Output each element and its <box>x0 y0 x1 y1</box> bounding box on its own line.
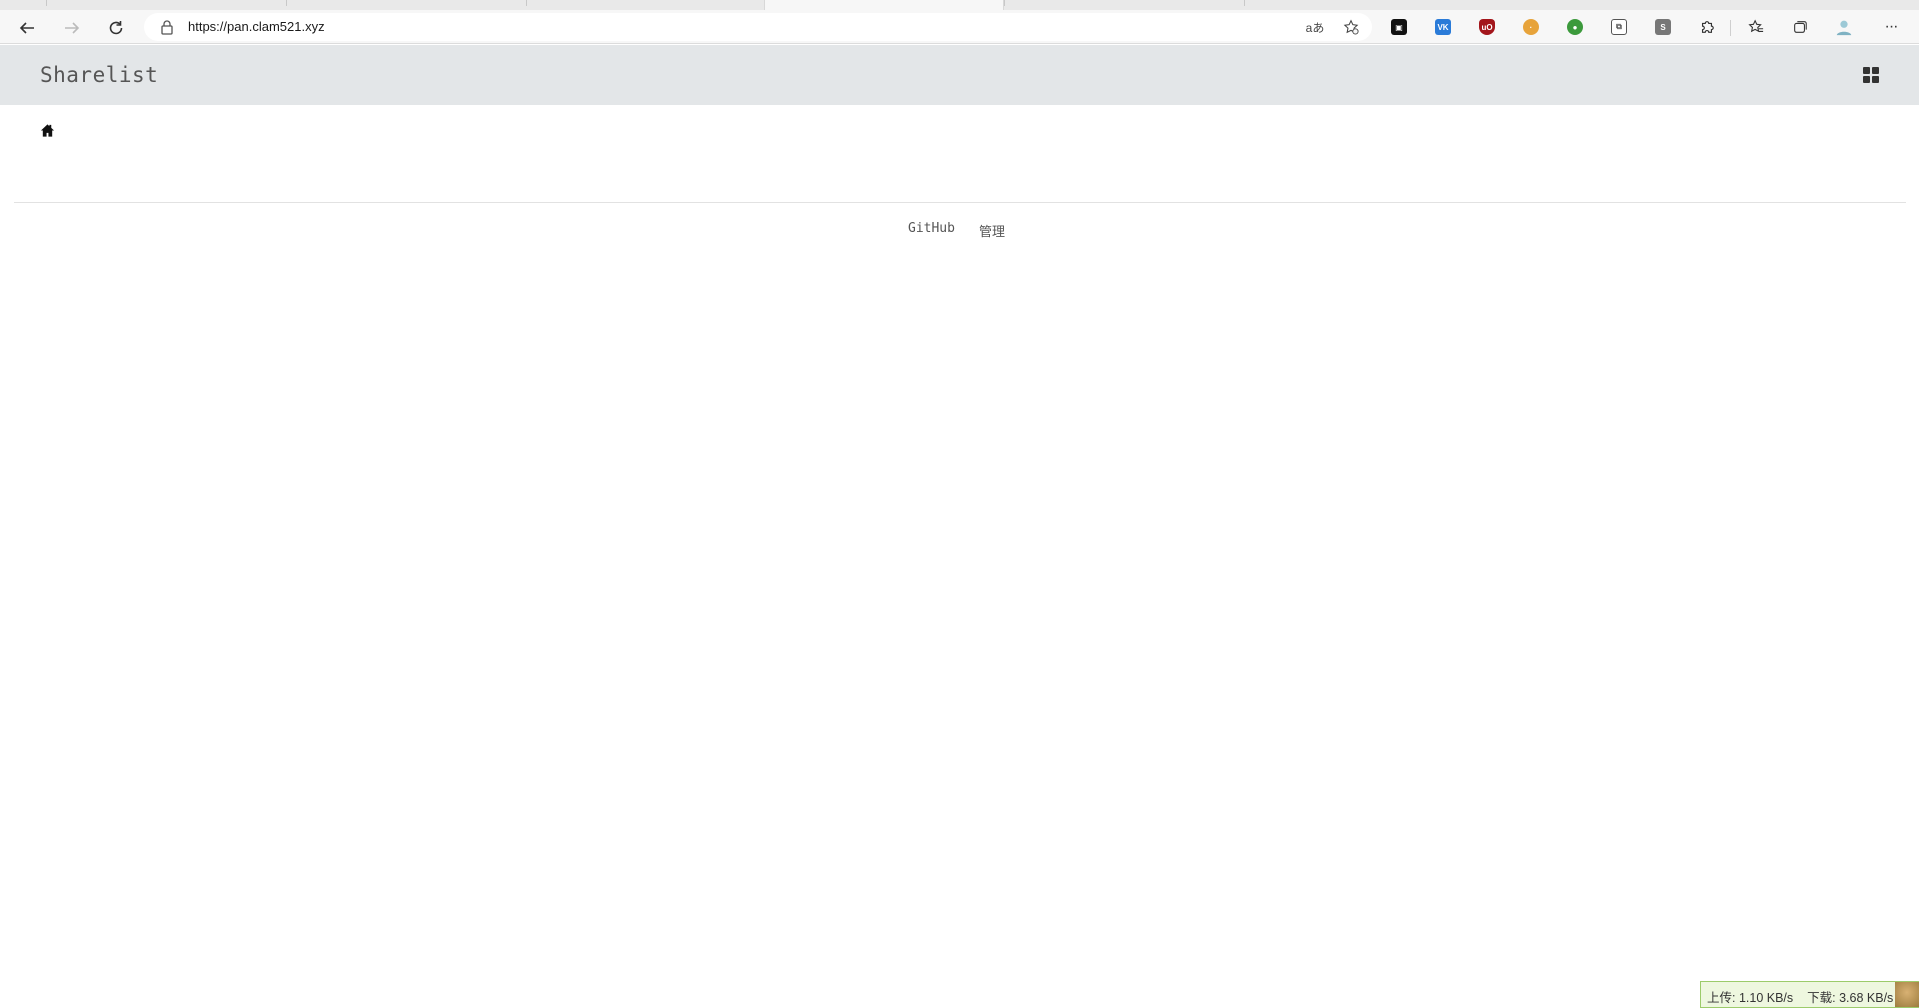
browser-tab[interactable] <box>526 0 764 6</box>
browser-tab-active[interactable] <box>764 0 1004 10</box>
footer-divider <box>14 202 1906 203</box>
browser-tab[interactable] <box>286 0 526 6</box>
admin-link[interactable]: 管理 <box>979 221 1005 240</box>
extension-1-icon[interactable]: ▣ <box>1388 16 1410 38</box>
brand-title[interactable]: Sharelist <box>40 63 158 87</box>
extensions-puzzle-icon[interactable] <box>1696 16 1718 38</box>
extension-ublock-icon[interactable]: uO <box>1476 16 1498 38</box>
back-icon <box>19 22 34 34</box>
browser-tab[interactable] <box>1244 0 1484 6</box>
profile-icon[interactable] <box>1833 16 1855 38</box>
forward-button[interactable] <box>57 15 87 41</box>
app-navbar: Sharelist <box>0 45 1919 105</box>
home-icon[interactable] <box>40 123 55 138</box>
download-speed: 下载: 3.68 KB/s <box>1807 991 1894 1005</box>
extension-cookie-icon[interactable]: · <box>1520 16 1542 38</box>
toolbar-divider <box>1730 20 1731 36</box>
back-button[interactable] <box>12 15 42 41</box>
extension-vk-icon[interactable]: VK <box>1432 16 1454 38</box>
translate-icon[interactable]: aあ <box>1304 17 1326 37</box>
widget-avatar <box>1895 982 1919 1007</box>
refresh-icon <box>109 21 123 35</box>
browser-tab[interactable] <box>1004 0 1244 6</box>
add-favorite-icon[interactable] <box>1340 17 1362 37</box>
lock-icon[interactable] <box>160 19 174 35</box>
browser-tab[interactable] <box>46 0 286 6</box>
grid-icon[interactable] <box>1863 67 1879 83</box>
refresh-button[interactable] <box>101 15 131 41</box>
github-link[interactable]: GitHub <box>908 221 955 240</box>
collections-icon[interactable] <box>1789 16 1811 38</box>
more-icon[interactable]: ··· <box>1880 16 1902 38</box>
tab-strip <box>0 0 1919 10</box>
network-speed-widget: 上传: 1.10 KB/s 下载: 3.68 KB/s <box>1700 981 1919 1008</box>
footer-links: GitHub 管理 <box>908 221 1005 240</box>
extension-copy-icon[interactable]: ⧉ <box>1608 16 1630 38</box>
extension-globe-icon[interactable]: ● <box>1564 16 1586 38</box>
favorites-icon[interactable] <box>1745 16 1767 38</box>
url-text[interactable]: https://pan.clam521.xyz <box>188 19 325 34</box>
extension-s-icon[interactable]: S <box>1652 16 1674 38</box>
browser-toolbar: https://pan.clam521.xyz aあ ▣ VK uO · ● ⧉… <box>0 10 1919 44</box>
address-bar[interactable]: https://pan.clam521.xyz aあ <box>144 13 1372 41</box>
upload-speed: 上传: 1.10 KB/s <box>1707 991 1794 1005</box>
forward-icon <box>65 22 80 34</box>
